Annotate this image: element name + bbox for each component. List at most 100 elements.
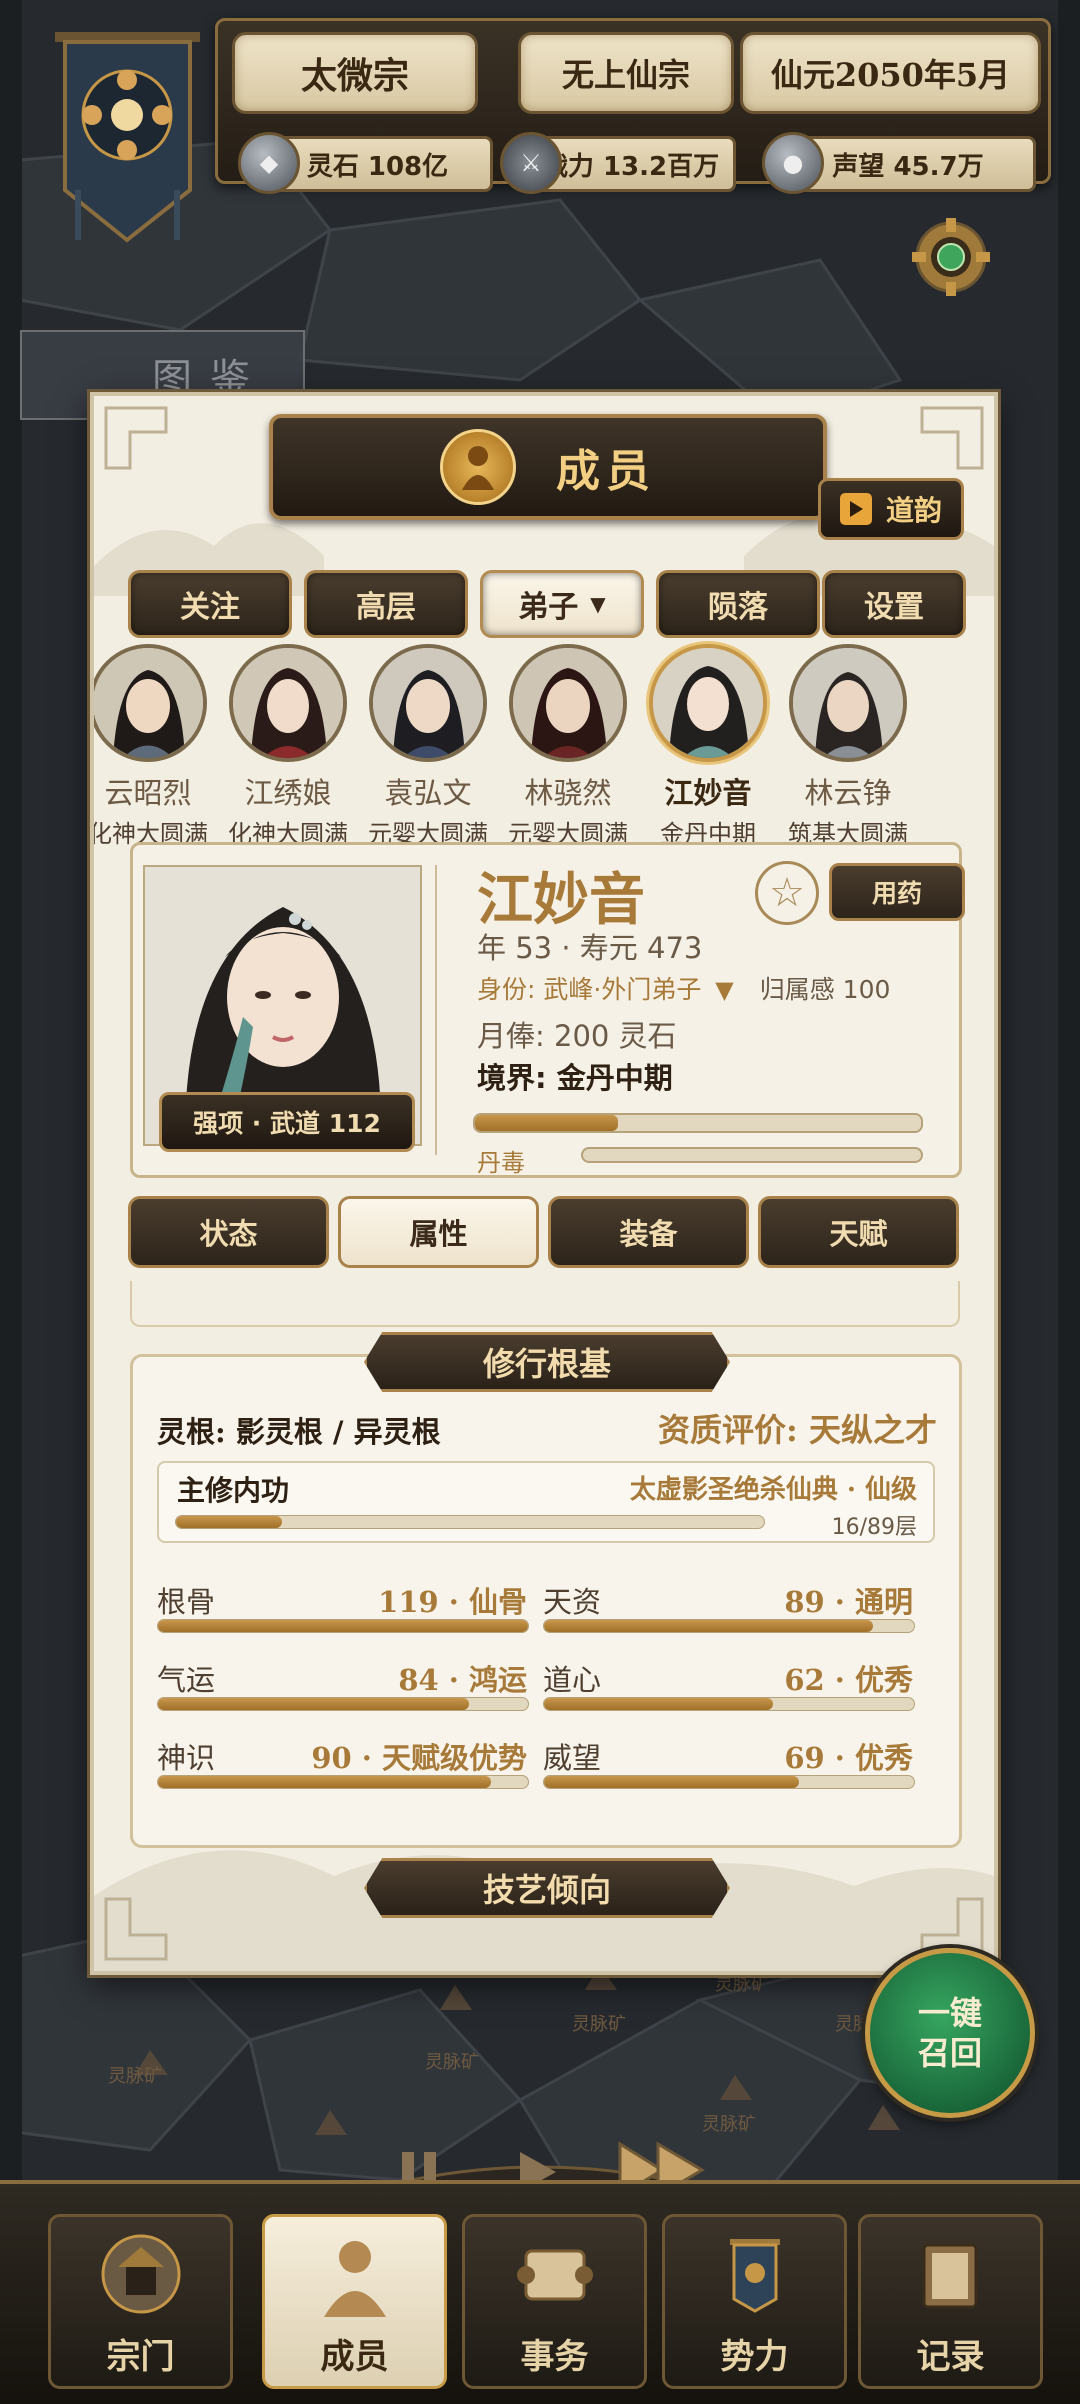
filter-fallen[interactable]: 陨落: [656, 570, 820, 638]
svg-text:灵脉矿: 灵脉矿: [108, 2066, 162, 2087]
filter-disciples-label: 弟子: [518, 590, 579, 625]
stat-fill: [544, 1776, 800, 1788]
avatar: [94, 644, 207, 762]
identity-row: 身份: 武峰·外门弟子 ▼ 归属感 100: [477, 970, 890, 1006]
nav-records[interactable]: 记录: [858, 2214, 1043, 2389]
nav-label: 记录: [916, 2337, 985, 2377]
daoyun-label: 道韵: [885, 494, 942, 527]
identity-value[interactable]: 武峰·外门弟子: [543, 975, 701, 1004]
pill-poison-bar: [581, 1147, 923, 1163]
sect-name-plaque[interactable]: 太微宗: [232, 32, 478, 114]
nav-factions[interactable]: 势力: [662, 2214, 847, 2389]
stat-bar: [543, 1619, 915, 1633]
scroll-area-edge: [130, 1281, 960, 1327]
main-technique-name: 太虚影圣绝杀仙典 · 仙级: [629, 1475, 917, 1505]
pill-poison-label: 丹毒: [477, 1149, 525, 1177]
realm-row: 境界: 金丹中期: [477, 1055, 673, 1097]
nav-members[interactable]: 成员: [262, 2214, 447, 2389]
svg-text:灵脉矿: 灵脉矿: [425, 2052, 479, 2073]
stat-fill: [158, 1620, 528, 1632]
member-detail-card: 强项 · 武道 112 江妙音 ☆ 用药 年 53 · 寿元 473 身份: 武…: [130, 842, 965, 1178]
filter-elders[interactable]: 高层: [304, 570, 468, 638]
scroll-icon: [516, 2249, 593, 2301]
member-name: 云昭烈: [104, 776, 192, 810]
tab-equipment[interactable]: 装备: [548, 1196, 749, 1268]
member-name: 林云铮: [804, 776, 892, 810]
identity-dropdown-icon[interactable]: ▼: [715, 976, 733, 1004]
tab-attributes[interactable]: 属性: [338, 1196, 539, 1268]
use-medicine-button[interactable]: 用药: [829, 863, 965, 921]
sect-rank-plaque: 无上仙宗: [518, 32, 734, 114]
member-card[interactable]: 江绣娘 化神大圆满: [218, 644, 358, 849]
banner-icon: [729, 2239, 780, 2313]
favorite-star-icon[interactable]: ☆: [755, 861, 819, 925]
stat-label: 根骨: [157, 1585, 216, 1619]
stat-value: 90 · 天赋级优势: [311, 1741, 527, 1775]
recall-label-line1: 一键: [917, 1994, 982, 2032]
nav-label: 成员: [320, 2337, 389, 2377]
identity-label: 身份:: [477, 975, 536, 1004]
play-icon: [839, 493, 872, 525]
spirit-root-label: 灵根:: [157, 1415, 226, 1449]
stat-luck: 气运 84 · 鸿运: [157, 1657, 529, 1717]
stat-label: 道心: [543, 1663, 602, 1697]
member-card[interactable]: 云昭烈 化神大圆满: [94, 644, 218, 849]
bottom-nav: 宗门 成员 事务 势力 记录: [0, 2180, 1080, 2404]
stat-value: 62 · 优秀: [784, 1663, 913, 1697]
nav-label: 宗门: [106, 2337, 175, 2377]
filter-settings[interactable]: 设置: [822, 570, 966, 638]
member-card-selected[interactable]: 江妙音 金丹中期: [638, 644, 778, 849]
aptitude-row: 资质评价: 天纵之才: [658, 1405, 937, 1451]
member-name: 江妙音: [664, 776, 752, 810]
nav-affairs[interactable]: 事务: [462, 2214, 647, 2389]
stat-dao-heart: 道心 62 · 优秀: [543, 1657, 915, 1717]
monthly-salary: 月俸: 200 灵石: [477, 1019, 677, 1053]
stat-fill: [158, 1776, 491, 1788]
filter-disciples-dropdown[interactable]: 弟子 ▼: [480, 570, 644, 638]
sect-banner-icon[interactable]: [55, 20, 200, 250]
tab-status[interactable]: 状态: [128, 1196, 329, 1268]
cultivation-progress-fill: [475, 1115, 618, 1131]
sect-gate-icon: [101, 2234, 180, 2314]
stat-label: 气运: [157, 1663, 216, 1697]
age-lifespan: 年 53 · 寿元 473: [477, 931, 703, 965]
panel-title: 成员: [556, 446, 656, 497]
avatar: [509, 644, 627, 762]
main-technique-box[interactable]: 主修内功 太虚影圣绝杀仙典 · 仙级 16/89层: [157, 1461, 935, 1543]
stat-value: 84 · 鸿运: [398, 1663, 527, 1697]
technique-layer: 16/89层: [831, 1515, 917, 1540]
avatar: [369, 644, 487, 762]
section-heading: 修行根基: [364, 1332, 730, 1392]
member-emblem-icon: [440, 429, 516, 505]
aptitude-value: 天纵之才: [808, 1411, 937, 1449]
daoyun-button[interactable]: 道韵: [818, 478, 964, 540]
dropdown-arrow-icon: ▼: [590, 592, 606, 616]
realm-label: 境界:: [477, 1061, 547, 1095]
technique-progress-bar: [175, 1515, 765, 1529]
recall-label-line2: 召回: [917, 2034, 982, 2072]
stat-value: 119 · 仙骨: [378, 1585, 527, 1619]
tab-talent[interactable]: 天赋: [758, 1196, 959, 1268]
panel-title-plaque: 成员: [269, 414, 827, 520]
nav-sect[interactable]: 宗门: [48, 2214, 233, 2389]
belonging-value: 归属感 100: [759, 975, 891, 1004]
spirit-root-row: 灵根: 影灵根 / 异灵根: [157, 1409, 441, 1451]
member-card[interactable]: 林骁然 元婴大圆满: [498, 644, 638, 849]
avatar: [649, 644, 767, 762]
nav-label: 势力: [720, 2337, 789, 2377]
stat-fill: [544, 1620, 874, 1632]
divider: [435, 865, 437, 1155]
member-card[interactable]: 林云铮 筑基大圆满: [778, 644, 918, 849]
realm-value: 金丹中期: [556, 1061, 673, 1095]
one-click-recall-button[interactable]: 一键 召回: [865, 1948, 1035, 2118]
filter-follow[interactable]: 关注: [128, 570, 292, 638]
settings-gear-icon[interactable]: [912, 218, 990, 296]
strength-badge: 强项 · 武道 112: [159, 1092, 415, 1152]
member-icon: [323, 2241, 386, 2317]
stat-bar: [543, 1775, 915, 1789]
member-name: 林骁然: [524, 776, 612, 810]
stat-talent: 天资 89 · 通明: [543, 1579, 915, 1639]
member-card[interactable]: 袁弘文 元婴大圆满: [358, 644, 498, 849]
technique-progress-fill: [176, 1516, 282, 1528]
svg-text:灵脉矿: 灵脉矿: [572, 2014, 626, 2035]
